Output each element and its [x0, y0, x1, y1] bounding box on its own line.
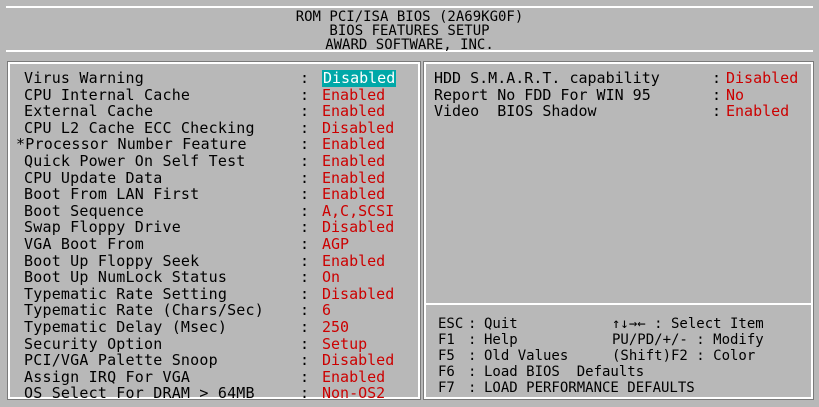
setting-value[interactable]: Enabled	[726, 103, 789, 120]
help-key: F6	[438, 364, 455, 380]
help-row-f5: F5 : Old Values (Shift)F2 : Color	[438, 348, 756, 364]
setting-label: Boot Up NumLock Status	[24, 268, 228, 287]
setting-value[interactable]: Disabled	[322, 352, 394, 369]
setting-row-boot-from-lan[interactable]: Boot From LAN First : Enabled	[16, 186, 412, 203]
setting-label: OS Select For DRAM > 64MB	[24, 384, 255, 403]
setting-label: CPU Internal Cache	[24, 85, 191, 104]
setting-row-boot-sequence[interactable]: Boot Sequence : A,C,SCSI	[16, 203, 412, 220]
setting-label: Security Option	[24, 334, 163, 353]
setting-label: *Processor Number Feature	[16, 135, 247, 154]
setting-row-processor-number[interactable]: *Processor Number Feature : Enabled	[16, 136, 412, 153]
setting-label: Typematic Delay (Msec)	[24, 317, 228, 336]
bios-header: ROM PCI/ISA BIOS (2A69KG0F) BIOS FEATURE…	[6, 6, 813, 52]
setting-label: Assign IRQ For VGA	[24, 367, 191, 386]
help-desc: Help	[484, 332, 518, 348]
setting-row-report-no-fdd[interactable]: Report No FDD For WIN 95 : No	[434, 85, 809, 104]
setting-value[interactable]: On	[322, 269, 340, 286]
setting-row-typematic-rate[interactable]: Typematic Rate (Chars/Sec) : 6	[16, 302, 412, 319]
setting-label: Swap Floppy Drive	[24, 218, 181, 237]
setting-row-quick-post[interactable]: Quick Power On Self Test : Enabled	[16, 153, 412, 170]
setting-value[interactable]: Enabled	[322, 252, 385, 270]
setting-label: CPU L2 Cache ECC Checking	[24, 118, 255, 137]
help-desc: Quit	[484, 316, 518, 332]
help-desc: Load BIOS Defaults	[484, 364, 645, 380]
setting-label: Report No FDD For WIN 95	[434, 85, 651, 104]
setting-value[interactable]: 6	[322, 302, 331, 319]
help-row-f1: F1 : Help PU/PD/+/- : Modify	[438, 332, 764, 348]
setting-value[interactable]: AGP	[322, 236, 349, 253]
setting-row-floppy-seek[interactable]: Boot Up Floppy Seek : Enabled	[16, 251, 412, 270]
settings-list: Virus Warning : Disabled CPU Internal Ca…	[16, 70, 412, 402]
setting-label: Typematic Rate (Chars/Sec)	[24, 301, 264, 320]
setting-value[interactable]: Disabled	[322, 286, 394, 303]
bios-vendor: AWARD SOFTWARE, INC.	[325, 37, 494, 53]
setting-label: HDD S.M.A.R.T. capability	[434, 69, 660, 87]
help-row-f6: F6 : Load BIOS Defaults	[438, 364, 645, 380]
extra-settings-list: HDD S.M.A.R.T. capability : Disabled Rep…	[434, 70, 809, 120]
help-key: F5	[438, 348, 455, 364]
setting-value[interactable]: Setup	[322, 335, 367, 353]
setting-row-l2-ecc[interactable]: CPU L2 Cache ECC Checking : Disabled	[16, 120, 412, 137]
setting-value[interactable]: Enabled	[322, 86, 385, 104]
help-row-f7: F7 : LOAD PERFORMANCE DEFAULTS	[438, 380, 695, 396]
setting-value[interactable]: A,C,SCSI	[322, 203, 394, 220]
setting-row-video-bios-shadow[interactable]: Video BIOS Shadow : Enabled	[434, 103, 809, 120]
setting-row-numlock[interactable]: Boot Up NumLock Status : On	[16, 269, 412, 286]
bios-page-title: BIOS FEATURES SETUP	[329, 23, 490, 39]
help-key: ESC	[438, 316, 464, 332]
setting-value[interactable]: Disabled	[322, 120, 394, 137]
setting-value[interactable]: Non-OS2	[322, 385, 385, 402]
setting-row-palette-snoop[interactable]: PCI/VGA Palette Snoop : Disabled	[16, 352, 412, 369]
bios-screen: ROM PCI/ISA BIOS (2A69KG0F) BIOS FEATURE…	[0, 0, 819, 407]
setting-value[interactable]: No	[726, 86, 744, 104]
bios-version-title: ROM PCI/ISA BIOS (2A69KG0F)	[295, 9, 524, 25]
help-nav: ↑↓→← : Select Item	[612, 316, 764, 332]
help-desc: LOAD PERFORMANCE DEFAULTS	[484, 380, 695, 396]
setting-label: Boot Up Floppy Seek	[24, 251, 200, 270]
help-divider	[424, 303, 813, 305]
setting-row-cpu-update-data[interactable]: CPU Update Data : Enabled	[16, 168, 412, 187]
setting-value[interactable]: Enabled	[322, 103, 385, 120]
setting-row-swap-floppy[interactable]: Swap Floppy Drive : Disabled	[16, 219, 412, 236]
help-key: F7	[438, 380, 455, 396]
setting-value[interactable]: Enabled	[322, 186, 385, 203]
setting-row-external-cache[interactable]: External Cache : Enabled	[16, 103, 412, 120]
setting-label: PCI/VGA Palette Snoop	[24, 351, 218, 370]
help-nav: (Shift)F2 : Color	[612, 348, 756, 364]
setting-row-cpu-internal-cache[interactable]: CPU Internal Cache : Enabled	[16, 85, 412, 104]
setting-label: Typematic Rate Setting	[24, 284, 228, 303]
setting-row-hdd-smart[interactable]: HDD S.M.A.R.T. capability : Disabled	[434, 70, 809, 87]
setting-row-vga-boot-from[interactable]: VGA Boot From : AGP	[16, 236, 412, 253]
setting-value[interactable]: Enabled	[322, 136, 385, 153]
setting-label: Virus Warning	[24, 69, 144, 87]
setting-value[interactable]: Disabled	[322, 219, 394, 236]
setting-row-irq-vga[interactable]: Assign IRQ For VGA : Enabled	[16, 369, 412, 386]
setting-row-security-option[interactable]: Security Option : Setup	[16, 334, 412, 353]
setting-label: Quick Power On Self Test	[24, 151, 246, 170]
key-help: ESC : Quit ↑↓→← : Select Item F1 : Help …	[438, 316, 810, 396]
setting-row-typematic-delay[interactable]: Typematic Delay (Msec) : 250	[16, 319, 412, 336]
setting-row-typematic-rate-setting[interactable]: Typematic Rate Setting : Disabled	[16, 286, 412, 303]
setting-value[interactable]: Enabled	[322, 369, 385, 386]
setting-label: Boot Sequence	[24, 201, 144, 220]
setting-label: VGA Boot From	[24, 234, 144, 253]
setting-value[interactable]: Enabled	[322, 153, 385, 170]
setting-value[interactable]: Enabled	[322, 169, 385, 187]
setting-row-virus-warning[interactable]: Virus Warning : Disabled	[16, 70, 412, 87]
help-desc: Old Values	[484, 348, 569, 364]
setting-value[interactable]: 250	[322, 319, 349, 336]
setting-label: Video BIOS Shadow	[434, 102, 597, 121]
help-key: F1	[438, 332, 455, 348]
setting-value[interactable]: Disabled	[322, 70, 397, 87]
setting-row-os-select-dram[interactable]: OS Select For DRAM > 64MB : Non-OS2	[16, 385, 412, 402]
help-row-esc: ESC : Quit ↑↓→← : Select Item	[438, 316, 764, 332]
help-nav: PU/PD/+/- : Modify	[612, 332, 764, 348]
setting-value[interactable]: Disabled	[726, 70, 798, 87]
setting-label: Boot From LAN First	[24, 185, 200, 204]
setting-label: CPU Update Data	[24, 168, 163, 187]
setting-label: External Cache	[24, 102, 154, 121]
